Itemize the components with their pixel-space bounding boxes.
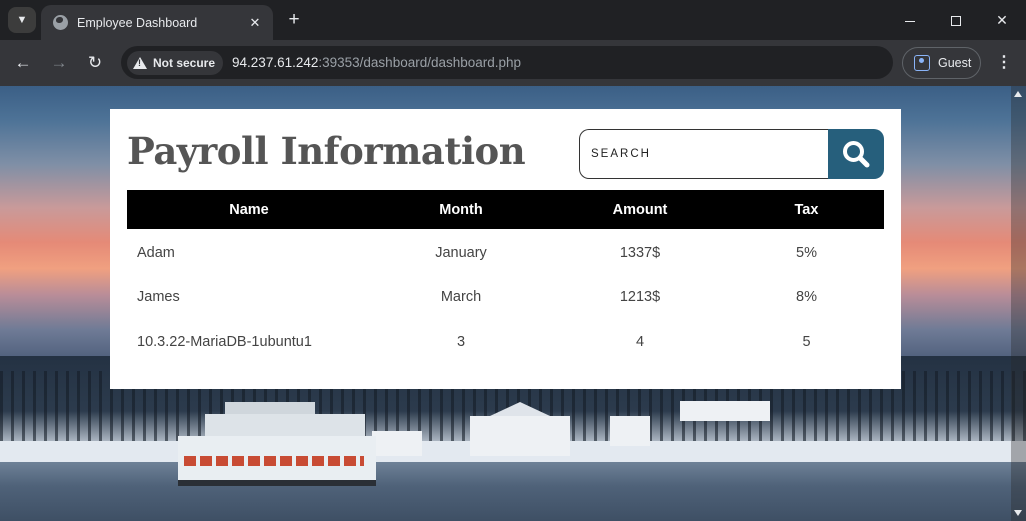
background-house — [470, 402, 570, 456]
search-button[interactable] — [828, 129, 884, 179]
table-row: Adam January 1337$ 5% — [127, 229, 884, 274]
warning-icon — [133, 56, 147, 69]
tab-title: Employee Dashboard — [77, 15, 198, 30]
person-icon — [914, 55, 930, 71]
cell-name: 10.3.22-MariaDB-1ubuntu1 — [137, 333, 312, 350]
cell-month: 3 — [456, 333, 466, 350]
page-viewport: Payroll Information Name Month Amount Ta… — [0, 86, 1026, 521]
globe-icon — [53, 15, 68, 30]
column-header-amount: Amount — [612, 201, 668, 218]
reload-icon: ↻ — [87, 53, 103, 72]
close-tab-icon[interactable]: ✕ — [247, 15, 263, 31]
browser-toolbar: ← → ↻ Not secure 94.237.61.242:39353/das… — [0, 40, 1026, 86]
column-header-tax: Tax — [794, 201, 819, 218]
security-indicator[interactable]: Not secure — [127, 50, 224, 75]
tab-strip: ▼ Employee Dashboard ✕ + ✕ — [0, 0, 1026, 40]
maximize-icon — [951, 16, 961, 27]
url-path: :39353/dashboard/dashboard.php — [318, 55, 522, 70]
background-house — [680, 401, 770, 421]
address-bar[interactable]: Not secure 94.237.61.242:39353/dashboard… — [121, 46, 893, 79]
browser-menu-button[interactable]: ⋮ — [992, 50, 1016, 76]
reload-button[interactable]: ↻ — [82, 50, 108, 76]
close-window-button[interactable]: ✕ — [979, 8, 1025, 32]
payroll-card: Payroll Information Name Month Amount Ta… — [110, 109, 901, 389]
cell-tax: 8% — [796, 288, 817, 305]
cell-tax: 5% — [796, 244, 817, 261]
cell-name: Adam — [137, 244, 175, 261]
scroll-down-arrow-icon[interactable] — [1014, 510, 1022, 516]
security-label: Not secure — [153, 55, 216, 70]
background-water — [0, 462, 1026, 521]
background-ferry — [184, 456, 364, 466]
column-header-month: Month — [439, 201, 483, 218]
background-ferry — [205, 414, 365, 438]
payroll-table: Name Month Amount Tax Adam January 1337$… — [127, 190, 884, 364]
chevron-down-icon: ▼ — [16, 14, 28, 26]
page-scrollbar[interactable] — [1011, 86, 1026, 521]
page-title: Payroll Information — [127, 129, 526, 173]
search-form — [579, 129, 885, 179]
minimize-icon — [905, 20, 915, 22]
search-input[interactable] — [579, 129, 831, 179]
arrow-left-icon: ← — [14, 53, 32, 72]
cell-month: March — [440, 288, 482, 305]
profile-button[interactable]: Guest — [902, 47, 981, 79]
maximize-button[interactable] — [933, 8, 979, 32]
cell-amount: 1337$ — [619, 244, 661, 261]
tab-employee-dashboard[interactable]: Employee Dashboard ✕ — [41, 5, 273, 40]
new-tab-button[interactable]: + — [284, 9, 304, 31]
forward-button[interactable]: → — [46, 50, 72, 76]
cell-tax: 5 — [802, 333, 811, 350]
background-house — [610, 416, 650, 446]
back-button[interactable]: ← — [10, 50, 36, 76]
cell-amount: 4 — [635, 333, 645, 350]
cell-name: James — [137, 288, 180, 305]
cell-amount: 1213$ — [619, 288, 661, 305]
url-text[interactable]: 94.237.61.242:39353/dashboard/dashboard.… — [232, 55, 521, 70]
close-icon: ✕ — [996, 12, 1008, 28]
tab-search-button[interactable]: ▼ — [8, 7, 36, 33]
search-icon — [843, 141, 870, 168]
table-row: 10.3.22-MariaDB-1ubuntu1 3 4 5 — [127, 319, 884, 364]
scroll-up-arrow-icon[interactable] — [1014, 91, 1022, 97]
column-header-name: Name — [229, 201, 269, 218]
table-header-row: Name Month Amount Tax — [127, 190, 884, 229]
cell-month: January — [435, 244, 487, 261]
table-row: James March 1213$ 8% — [127, 274, 884, 319]
minimize-button[interactable] — [887, 8, 933, 32]
url-host: 94.237.61.242 — [232, 55, 319, 70]
arrow-right-icon: → — [50, 53, 68, 72]
profile-label: Guest — [938, 56, 972, 70]
background-house — [372, 431, 422, 456]
more-vert-icon: ⋮ — [996, 54, 1012, 71]
